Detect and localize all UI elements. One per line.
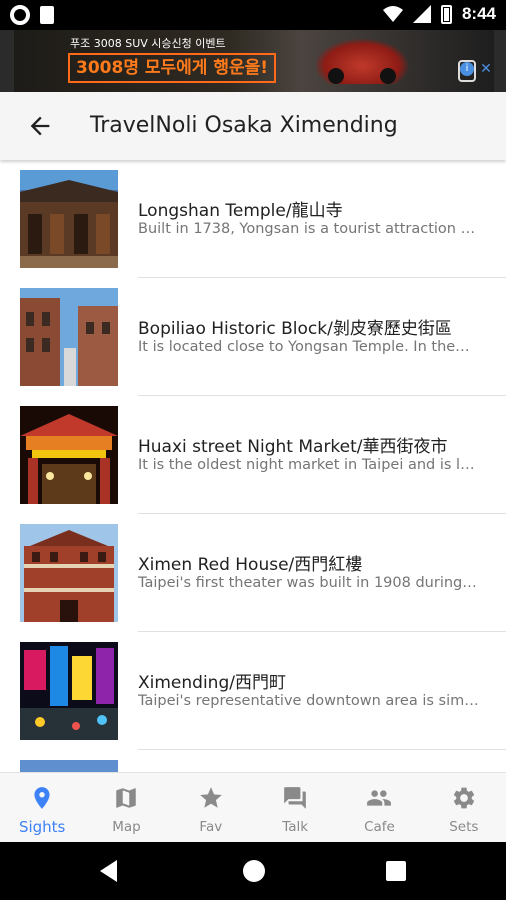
gear-icon [453, 787, 474, 809]
sight-thumbnail [20, 760, 118, 772]
tab-fav[interactable]: Fav [169, 773, 253, 842]
sight-thumbnail [20, 642, 118, 740]
app-bar: TravelNoli Osaka Ximending [0, 92, 506, 160]
sight-description: Built in 1738, Yongsan is a tourist attr… [138, 221, 476, 237]
sight-title: Ximending/西門町 [138, 673, 286, 693]
tab-talk[interactable]: Talk [253, 773, 337, 842]
sight-thumbnail [20, 406, 118, 504]
tab-cafe[interactable]: Cafe [337, 773, 421, 842]
ad-headline: 푸조 3008 SUV 시승신청 이벤트 [70, 37, 226, 50]
sight-description: Taipei's first theater was built in 1908… [138, 575, 477, 591]
signal-icon [412, 5, 431, 23]
ad-close-icon[interactable]: ✕ [478, 62, 494, 76]
sight-title: Huaxi street Night Market/華西街夜市 [138, 437, 448, 457]
list-item[interactable]: Bopiliao Historic Block/剝皮寮歷史街區 It is lo… [0, 278, 506, 396]
sight-thumbnail [20, 524, 118, 622]
map-icon [116, 788, 137, 808]
status-bar: 8:44 [0, 0, 506, 30]
list-item[interactable]: Ximen Red House/西門紅樓 Taipei's first thea… [0, 514, 506, 632]
tab-label: Map [112, 819, 141, 835]
wifi-icon [382, 6, 403, 22]
tab-label: Fav [199, 819, 223, 835]
tab-label: Sights [18, 818, 66, 836]
sight-thumbnail [20, 170, 118, 268]
star-icon [199, 787, 222, 808]
notification-icon [10, 5, 30, 25]
system-nav-bar [0, 842, 506, 900]
page-title: TravelNoli Osaka Ximending [90, 113, 398, 138]
tab-label: Talk [282, 819, 309, 835]
people-icon [367, 790, 392, 806]
location-pin-icon [34, 787, 50, 809]
ad-banner-container: 푸조 3008 SUV 시승신청 이벤트 3008명 모두에게 행운을! i ✕ [0, 30, 506, 92]
system-home-icon[interactable] [243, 860, 265, 882]
ad-banner[interactable]: 푸조 3008 SUV 시승신청 이벤트 3008명 모두에게 행운을! i ✕ [14, 30, 494, 92]
list-item[interactable]: Longshan Temple/龍山寺 Built in 1738, Yongs… [0, 160, 506, 278]
sight-title: Bopiliao Historic Block/剝皮寮歷史街區 [138, 319, 452, 339]
chat-icon [284, 787, 306, 809]
sight-description: It is located close to Yongsan Temple. I… [138, 339, 470, 355]
sight-title: Longshan Temple/龍山寺 [138, 201, 343, 221]
tab-sets[interactable]: Sets [422, 773, 506, 842]
tab-sights[interactable]: Sights [0, 773, 84, 842]
back-arrow-icon[interactable] [26, 112, 54, 140]
ad-car-image [314, 38, 410, 84]
sight-title: Ximen Red House/西門紅樓 [138, 555, 363, 575]
ad-slogan: 3008명 모두에게 행운을! [68, 53, 277, 83]
list-item[interactable] [0, 750, 506, 772]
tab-map[interactable]: Map [84, 773, 168, 842]
tab-label: Cafe [364, 819, 395, 835]
sd-card-icon [40, 6, 54, 24]
system-recents-icon[interactable] [386, 861, 406, 881]
sight-description: Taipei's representative downtown area is… [138, 693, 479, 709]
status-time: 8:44 [461, 4, 496, 23]
sight-description: It is the oldest night market in Taipei … [138, 457, 475, 473]
sight-thumbnail [20, 288, 118, 386]
list-item[interactable]: Ximending/西門町 Taipei's representative do… [0, 632, 506, 750]
ad-choices-icon[interactable]: i [460, 62, 474, 76]
list-item[interactable]: Huaxi street Night Market/華西街夜市 It is th… [0, 396, 506, 514]
system-back-icon[interactable] [100, 860, 117, 882]
bottom-nav: Sights Map Fav Talk Cafe Sets [0, 772, 506, 842]
sights-list: Longshan Temple/龍山寺 Built in 1738, Yongs… [0, 160, 506, 772]
tab-label: Sets [449, 819, 479, 835]
battery-icon [440, 4, 452, 24]
